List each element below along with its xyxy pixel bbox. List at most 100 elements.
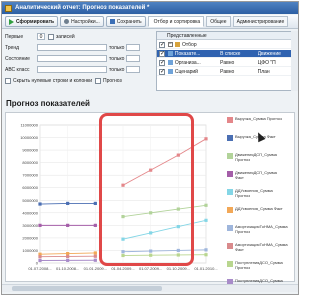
abc-field[interactable] [37, 66, 107, 73]
y-tick-label: 6000000 [22, 185, 38, 190]
x-tick-label: 01.10.2009... [167, 266, 190, 271]
save-button[interactable]: Сохранить [105, 16, 146, 27]
abc-only-field[interactable] [126, 66, 141, 73]
data-point [66, 251, 70, 256]
app-icon [5, 4, 12, 12]
state-only-field[interactable] [126, 55, 141, 62]
forecast-label: Прогноз [103, 77, 122, 84]
row-state: Состояние только [5, 54, 141, 63]
legend-label: АмортизацияТоНМА_Сумма Прогноз [235, 224, 288, 234]
y-tick-label: 8000000 [22, 160, 38, 165]
toolbar: Сформировать Настройки... Сохранить Отбо… [2, 15, 298, 29]
settings-button[interactable]: Настройки... [60, 16, 104, 27]
data-point [38, 255, 42, 259]
legend-swatch [227, 171, 233, 177]
data-point [204, 253, 208, 257]
tab-admin[interactable]: Администрирование [232, 16, 289, 27]
records-checkbox[interactable] [48, 33, 54, 40]
legend-swatch [227, 243, 233, 249]
scrollbar-thumb[interactable] [12, 286, 162, 291]
legend-item: ДвиженияДСП_Сумма Факт [227, 170, 287, 188]
report-window: Аналитический отчет: Прогноз показателей… [1, 1, 299, 295]
state-label: Состояние [5, 55, 30, 62]
y-tick-label: 9000000 [22, 148, 38, 153]
hide-zero-checkbox[interactable] [5, 77, 11, 84]
legend-swatch [227, 261, 233, 267]
y-tick-label: 10000000 [20, 135, 39, 140]
grid-cell: Равно [220, 68, 235, 75]
grid-cell: Отбор [182, 41, 197, 48]
data-point [204, 203, 208, 207]
grid-cell: Показате... [174, 50, 201, 57]
y-tick-label: 2000000 [22, 235, 38, 240]
grid-row[interactable]: Организа... Равно ЦФО "П [157, 59, 297, 67]
forecast-checkbox[interactable] [95, 77, 102, 84]
legend-swatch [227, 225, 233, 231]
group-icon [175, 42, 180, 47]
legend-item: ПоступленияДСО_Сумма Прогноз [227, 260, 287, 278]
x-tick-label: 01.07.2008... [28, 266, 51, 271]
legend-label: АмортизацияТоНМА_Сумма Факт [235, 242, 288, 252]
legend-label: ДДУсвоения_Сумма Факт [235, 206, 283, 211]
data-point [38, 202, 42, 206]
y-tick-label: 11000000 [21, 123, 39, 128]
legend-label: ДвиженияДСП_Сумма Факт [235, 170, 277, 180]
field-icon [167, 60, 173, 65]
field-icon [167, 51, 173, 56]
hide-zero-label: Скрыть нулевые строки и колонки [13, 77, 93, 84]
data-point [66, 223, 70, 227]
row-checkbox[interactable] [159, 41, 165, 48]
legend-swatch [227, 117, 233, 123]
records-label: записей [56, 33, 75, 40]
legend-item: ДвиженияДСП_Сумма Прогноз [227, 152, 287, 170]
report-title: Прогноз показателей [6, 99, 90, 108]
data-point [93, 258, 97, 262]
title-bar: Аналитический отчет: Прогноз показателей… [2, 2, 298, 14]
grid-row[interactable]: Сценарий Равно План [157, 68, 297, 76]
run-report-button[interactable]: Сформировать [5, 16, 59, 27]
state-field[interactable] [37, 55, 107, 62]
data-point [66, 254, 70, 259]
trend-only-field[interactable] [126, 44, 141, 51]
grid-cell: Сценарий [174, 68, 198, 75]
grid-cell: В списке [220, 50, 241, 57]
first-label: Первые [5, 33, 24, 40]
y-tick-label: 4000000 [22, 210, 38, 215]
tab-general[interactable]: Общее [206, 16, 231, 27]
first-count-field[interactable]: 0 [37, 33, 45, 40]
state-only-label: только [109, 55, 125, 62]
legend-swatch [227, 153, 233, 159]
collapse-icon[interactable]: − [168, 42, 173, 47]
legend-label: ДвиженияДСП_Сумма Прогноз [235, 152, 277, 162]
grid-row[interactable]: Показате... В списке Движение [157, 50, 297, 58]
abc-only-label: только [109, 66, 125, 73]
row-checkbox[interactable] [159, 50, 165, 57]
play-icon [9, 18, 14, 25]
tab-general-label: Общее [210, 18, 227, 25]
y-tick-label: 0 [36, 261, 39, 266]
grid-cell: Организа... [174, 59, 201, 66]
row-checkbox[interactable] [159, 59, 165, 66]
data-point [66, 201, 70, 206]
filter-grid: Представленные − Отбор Показате... В спи… [156, 31, 298, 91]
y-tick-label: 1000000 [22, 248, 38, 253]
trend-field[interactable] [37, 44, 107, 51]
legend-item: Выручка_Сумма Прогноз [227, 116, 287, 134]
save-label: Сохранить [116, 18, 142, 25]
x-tick-label: 01.04.2009... [111, 266, 134, 271]
grid-row-group[interactable]: − Отбор [157, 41, 297, 49]
legend-swatch [227, 189, 233, 195]
legend-label: ДДУсвоения_Сумма Прогноз [235, 188, 273, 198]
legend-item: АмортизацияТоНМА_Сумма Прогноз [227, 224, 288, 242]
gear-icon [64, 19, 70, 24]
row-abc: АВС класс только [5, 65, 141, 74]
filter-form: Первые 0 записей Тренд только Состояние … [5, 32, 155, 94]
row-checkbox[interactable] [159, 68, 165, 75]
x-tick-label: 01.10.2008... [56, 266, 79, 271]
tab-filter-sort[interactable]: Отбор и сортировка [147, 16, 205, 27]
horizontal-scrollbar[interactable] [2, 284, 298, 292]
legend-item: АмортизацияТоНМА_Сумма Факт [227, 242, 288, 260]
y-tick-label: 7000000 [22, 173, 38, 178]
run-report-label: Сформировать [16, 18, 55, 25]
grid-vertical-scrollbar[interactable] [291, 31, 298, 91]
